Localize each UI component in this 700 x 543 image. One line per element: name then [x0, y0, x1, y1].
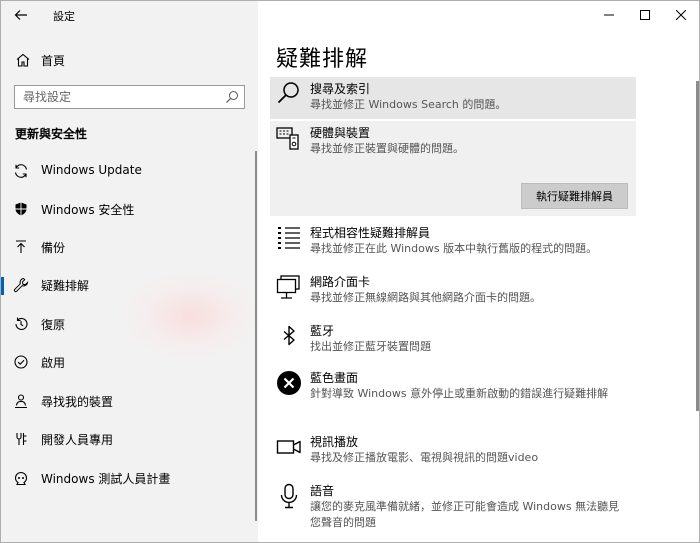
hardware-icon: [276, 127, 299, 150]
troubleshooter-description: 找出並修正藍牙裝置問題: [310, 340, 431, 353]
section-heading: 更新與安全性: [15, 127, 88, 141]
sidebar-item-backup[interactable]: 備份: [1, 229, 258, 265]
error-x-icon: [277, 371, 301, 395]
troubleshooter-description: 讓您的麥克風準備就緒，並修正可能會造成 Windows 無法聽見您聲音的問題: [310, 500, 620, 529]
sidebar-item-windows-insider[interactable]: Windows 測試人員計畫: [1, 460, 258, 496]
troubleshooter-name: 視訊播放: [310, 435, 359, 449]
troubleshooter-search-indexing[interactable]: 搜尋及索引 尋找並修正 Windows Search 的問題。: [270, 77, 636, 119]
troubleshooter-name: 網路介面卡: [310, 275, 371, 289]
main-scrollbar[interactable]: [696, 81, 699, 411]
search-input[interactable]: [15, 86, 215, 108]
sidebar: 設定 首頁 更新與安全性 Windows Update Windows 安全性 …: [1, 1, 261, 542]
sidebar-item-label: 備份: [41, 241, 66, 255]
network-adapter-icon: [276, 275, 300, 299]
troubleshooter-name: 搜尋及索引: [310, 82, 371, 96]
refresh-icon: [14, 164, 28, 178]
close-icon: [676, 10, 686, 20]
sidebar-item-label: 開發人員專用: [41, 433, 114, 447]
shield-icon: [15, 202, 27, 216]
main-content: 疑難排解 搜尋及索引 尋找並修正 Windows Search 的問題。 硬體與…: [258, 1, 699, 542]
sidebar-item-label: 復原: [41, 318, 66, 332]
sidebar-scrollbar[interactable]: [255, 151, 257, 521]
troubleshooter-bluetooth[interactable]: 藍牙 找出並修正藍牙裝置問題: [270, 319, 636, 359]
list-icon: [278, 227, 300, 249]
home-label: 首頁: [41, 54, 66, 68]
search-icon: [277, 82, 299, 104]
troubleshooter-name: 程式相容性疑難排解員: [310, 226, 431, 240]
sidebar-item-developers[interactable]: 開發人員專用: [1, 421, 258, 457]
developer-icon: [16, 433, 27, 445]
sidebar-item-find-my-device[interactable]: 尋找我的裝置: [1, 383, 258, 419]
home-icon: [16, 53, 30, 67]
troubleshooter-speech[interactable]: 語音 讓您的麥克風準備就緒，並修正可能會造成 Windows 無法聽見您聲音的問…: [270, 479, 636, 534]
troubleshooter-description: 尋找並修正在此 Windows 版本中執行舊版的程式的問題。: [310, 242, 598, 255]
troubleshooter-name: 藍色畫面: [310, 371, 359, 385]
sidebar-item-label: 啟用: [41, 356, 66, 370]
settings-window: 設定 首頁 更新與安全性 Windows Update Windows 安全性 …: [0, 0, 700, 543]
minimize-button[interactable]: [591, 1, 627, 29]
sidebar-item-label: 尋找我的裝置: [41, 395, 114, 409]
run-troubleshooter-button[interactable]: 執行疑難排解員: [521, 183, 628, 209]
sidebar-item-activation[interactable]: 啟用: [1, 344, 258, 380]
troubleshooter-video-playback[interactable]: 視訊播放 尋找及修正播放電影、電視與視訊的問題video: [270, 430, 636, 470]
video-camera-icon: [276, 440, 301, 454]
troubleshooter-description: 針對導致 Windows 意外停止或重新啟動的錯誤進行疑難排解: [310, 387, 609, 400]
wrench-icon: [13, 277, 29, 293]
recovery-icon: [15, 317, 28, 330]
microphone-icon: [280, 483, 298, 509]
troubleshooter-name: 藍牙: [310, 324, 335, 338]
troubleshooter-network-adapter[interactable]: 網路介面卡 尋找並修正無線網路與其他網路介面卡的問題。: [270, 270, 636, 310]
troubleshooter-description: 尋找並修正裝置與硬體的問題。: [310, 142, 464, 155]
sidebar-item-windows-security[interactable]: Windows 安全性: [1, 191, 258, 227]
maximize-icon: [640, 10, 650, 20]
minimize-icon: [604, 14, 614, 16]
home-nav-item[interactable]: 首頁: [1, 47, 258, 73]
person-location-icon: [15, 394, 27, 409]
troubleshooter-description: 尋找並修正 Windows Search 的問題。: [310, 98, 507, 111]
insider-icon: [14, 472, 28, 486]
sidebar-item-windows-update[interactable]: Windows Update: [1, 153, 258, 189]
search-icon[interactable]: [225, 90, 239, 104]
back-button[interactable]: [9, 5, 33, 25]
troubleshooter-description: 尋找及修正播放電影、電視與視訊的問題video: [310, 451, 539, 464]
sidebar-item-label: Windows 安全性: [41, 203, 135, 217]
troubleshooter-name: 語音: [310, 484, 335, 498]
troubleshooter-blue-screen[interactable]: 藍色畫面 針對導致 Windows 意外停止或重新啟動的錯誤進行疑難排解: [270, 366, 636, 421]
sidebar-item-label: 疑難排解: [41, 279, 90, 293]
bluetooth-icon: [283, 325, 295, 346]
backup-arrow-icon: [16, 240, 26, 253]
troubleshooter-name: 硬體與裝置: [310, 126, 371, 140]
back-arrow-icon: [14, 10, 27, 20]
sidebar-item-label: Windows 測試人員計畫: [41, 472, 171, 486]
troubleshooter-program-compatibility[interactable]: 程式相容性疑難排解員 尋找並修正在此 Windows 版本中執行舊版的程式的問題…: [270, 221, 636, 261]
activation-icon: [14, 355, 28, 369]
app-title: 設定: [53, 10, 75, 23]
sidebar-item-troubleshoot[interactable]: 疑難排解: [1, 267, 258, 303]
title-bar: 設定: [1, 1, 258, 31]
maximize-button[interactable]: [627, 1, 663, 29]
settings-search: [14, 85, 245, 109]
sidebar-item-recovery[interactable]: 復原: [1, 306, 258, 342]
sidebar-item-label: Windows Update: [41, 163, 142, 177]
page-title: 疑難排解: [276, 47, 369, 72]
close-button[interactable]: [663, 1, 699, 29]
troubleshooter-description: 尋找並修正無線網路與其他網路介面卡的問題。: [310, 291, 541, 304]
